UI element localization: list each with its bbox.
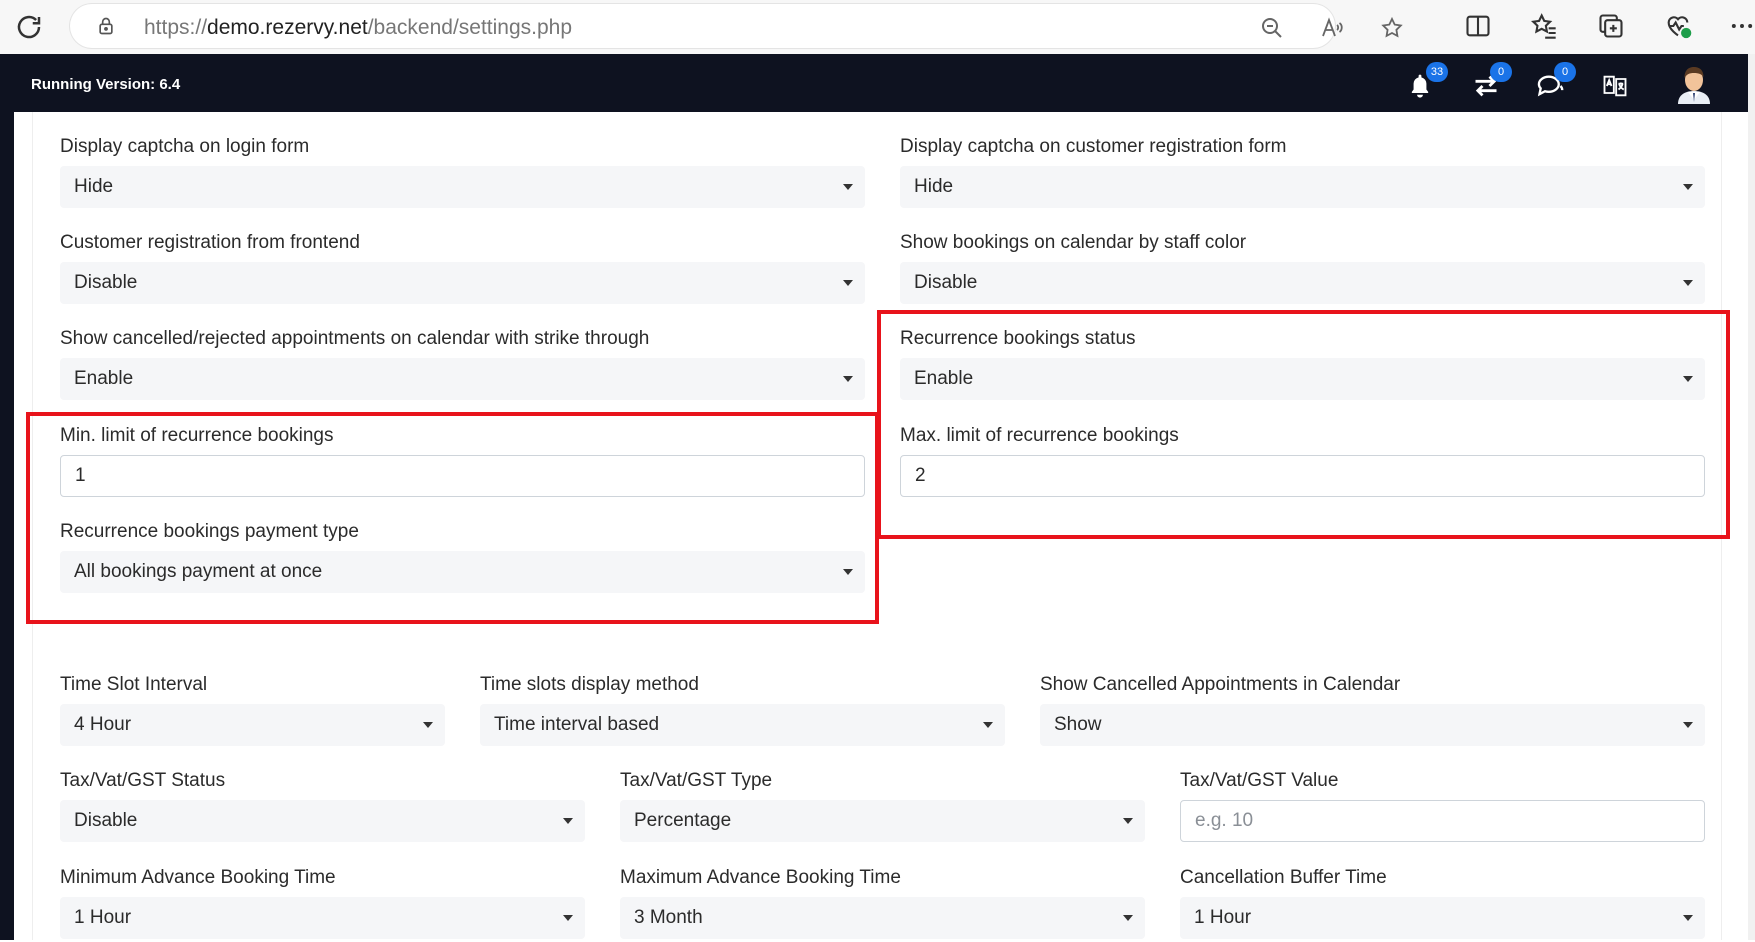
tax-value-input[interactable] [1180,800,1705,842]
select-value: 1 Hour [74,907,132,928]
field-label: Tax/Vat/GST Status [60,770,226,791]
tax-value-text[interactable] [1181,801,1704,841]
chevron-down-icon [843,376,853,382]
recurrence-right-highlight [877,310,1730,539]
chevron-down-icon [843,280,853,286]
recurrence-left-highlight [26,412,879,624]
max-advance-field: Maximum Advance Booking Time 3 Month [620,867,1145,942]
chevron-down-icon [843,184,853,190]
customer-registration-field: Customer registration from frontend Disa… [60,232,865,307]
browser-toolbar: https://demo.rezervy.net/backend/setting… [0,0,1755,54]
field-label: Tax/Vat/GST Type [620,770,773,791]
cancellation-buffer-select[interactable]: 1 Hour [1180,897,1705,939]
chevron-down-icon [1683,280,1693,286]
read-aloud-icon[interactable] [1320,16,1344,40]
collections-icon[interactable] [1597,12,1625,40]
field-label: Minimum Advance Booking Time [60,867,336,888]
strike-through-field: Show cancelled/rejected appointments on … [60,328,865,403]
select-value: Hide [914,176,954,197]
captcha-registration-select[interactable]: Hide [900,166,1705,208]
select-value: Disable [74,272,138,293]
field-label: Display captcha on login form [60,136,310,157]
field-label: Tax/Vat/GST Value [1180,770,1339,791]
select-value: 1 Hour [1194,907,1252,928]
select-value: Time interval based [494,714,660,735]
chevron-down-icon [1683,184,1693,190]
translate-icon[interactable] [1601,72,1629,100]
tax-type-select[interactable]: Percentage [620,800,1145,842]
field-label: Time Slot Interval [60,674,208,695]
tax-status-select[interactable]: Disable [60,800,585,842]
user-avatar[interactable] [1674,62,1714,104]
more-options-icon[interactable] [1728,12,1755,40]
staff-color-select[interactable]: Disable [900,262,1705,304]
select-value: 3 Month [634,907,703,928]
chevron-down-icon [1123,915,1133,921]
time-slot-interval-field: Time Slot Interval 4 Hour [60,674,445,749]
chevron-down-icon [1683,915,1693,921]
time-slot-interval-select[interactable]: 4 Hour [60,704,445,746]
tax-value-field: Tax/Vat/GST Value [1180,770,1705,845]
messages-badge: 0 [1554,62,1576,82]
captcha-registration-field: Display captcha on customer registration… [900,136,1705,211]
scrollbar[interactable] [1748,54,1755,940]
transfers-badge: 0 [1490,62,1512,82]
notifications-badge: 33 [1426,62,1448,82]
field-label: Display captcha on customer registration… [900,136,1287,157]
field-label: Cancellation Buffer Time [1180,867,1387,888]
chevron-down-icon [563,915,573,921]
url-text[interactable]: https://demo.rezervy.net/backend/setting… [144,16,572,40]
reload-icon[interactable] [14,12,44,42]
cancellation-buffer-field: Cancellation Buffer Time 1 Hour [1180,867,1705,942]
select-value: Disable [74,810,138,831]
chevron-down-icon [983,722,993,728]
time-slot-display-select[interactable]: Time interval based [480,704,1005,746]
strike-through-select[interactable]: Enable [60,358,865,400]
tax-type-field: Tax/Vat/GST Type Percentage [620,770,1145,845]
field-label: Show cancelled/rejected appointments on … [60,328,650,349]
chevron-down-icon [1683,722,1693,728]
app-header: Running Version: 6.4 33 0 0 [0,54,1748,112]
favorites-icon[interactable] [1530,12,1558,40]
running-version: Running Version: 6.4 [31,76,181,93]
select-value: Hide [74,176,114,197]
chevron-down-icon [563,818,573,824]
chevron-down-icon [1123,818,1133,824]
field-label: Maximum Advance Booking Time [620,867,901,888]
field-label: Show Cancelled Appointments in Calendar [1040,674,1401,695]
show-cancelled-select[interactable]: Show [1040,704,1705,746]
min-advance-field: Minimum Advance Booking Time 1 Hour [60,867,585,942]
captcha-login-field: Display captcha on login form Hide [60,136,865,211]
tax-status-field: Tax/Vat/GST Status Disable [60,770,585,845]
staff-color-field: Show bookings on calendar by staff color… [900,232,1705,307]
select-value: Show [1054,714,1102,735]
min-advance-select[interactable]: 1 Hour [60,897,585,939]
select-value: Disable [914,272,978,293]
chevron-down-icon [423,722,433,728]
zoom-out-icon[interactable] [1260,16,1284,40]
sidebar-edge [0,112,14,940]
time-slot-display-field: Time slots display method Time interval … [480,674,1005,749]
browser-essentials-icon[interactable] [1664,12,1692,40]
customer-registration-select[interactable]: Disable [60,262,865,304]
max-advance-select[interactable]: 3 Month [620,897,1145,939]
address-bar[interactable]: https://demo.rezervy.net/backend/setting… [70,4,1403,48]
captcha-login-select[interactable]: Hide [60,166,865,208]
select-value: Percentage [634,810,732,831]
split-screen-icon[interactable] [1464,12,1492,40]
field-label: Show bookings on calendar by staff color [900,232,1247,253]
field-label: Customer registration from frontend [60,232,360,253]
select-value: Enable [74,368,134,389]
select-value: 4 Hour [74,714,132,735]
show-cancelled-field: Show Cancelled Appointments in Calendar … [1040,674,1705,749]
favorite-star-icon[interactable] [1380,16,1404,40]
lock-icon[interactable] [96,16,116,36]
field-label: Time slots display method [480,674,699,695]
